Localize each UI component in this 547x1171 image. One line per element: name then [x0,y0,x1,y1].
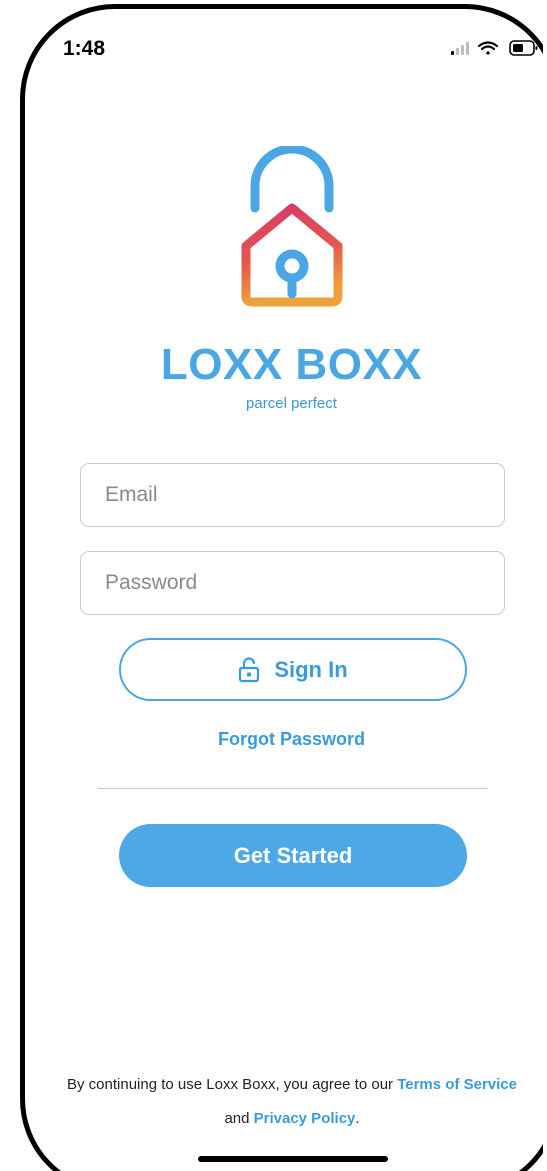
brand-tagline: parcel perfect [246,395,337,412]
email-field[interactable] [80,463,505,527]
terms-of-service-link[interactable]: Terms of Service [397,1076,517,1093]
divider [98,788,487,789]
wifi-icon [477,41,499,55]
status-time: 1:48 [63,37,106,60]
legal-notice: By continuing to use Loxx Boxx, you agre… [56,1068,528,1136]
cellular-signal-icon [451,42,469,55]
sign-in-label: Sign In [274,656,348,682]
email-input[interactable] [105,483,504,507]
password-field[interactable] [80,551,505,615]
legal-prefix: By continuing to use Loxx Boxx, you agre… [67,1076,394,1093]
privacy-policy-link[interactable]: Privacy Policy [254,1110,356,1127]
home-indicator [198,1156,388,1162]
legal-suffix: . [355,1110,360,1127]
frame-edge [543,0,547,1171]
get-started-button[interactable]: Get Started [119,824,467,887]
battery-icon [509,40,538,56]
padlock-house-icon [241,146,343,307]
status-icons [451,40,538,56]
sign-in-button[interactable]: Sign In [119,638,467,701]
password-input[interactable] [105,571,504,595]
forgot-password-link[interactable]: Forgot Password [0,729,547,750]
get-started-label: Get Started [233,842,353,868]
brand-name: LOXX BOXX [160,340,423,389]
legal-and: and [224,1110,250,1127]
unlock-icon [239,656,260,682]
